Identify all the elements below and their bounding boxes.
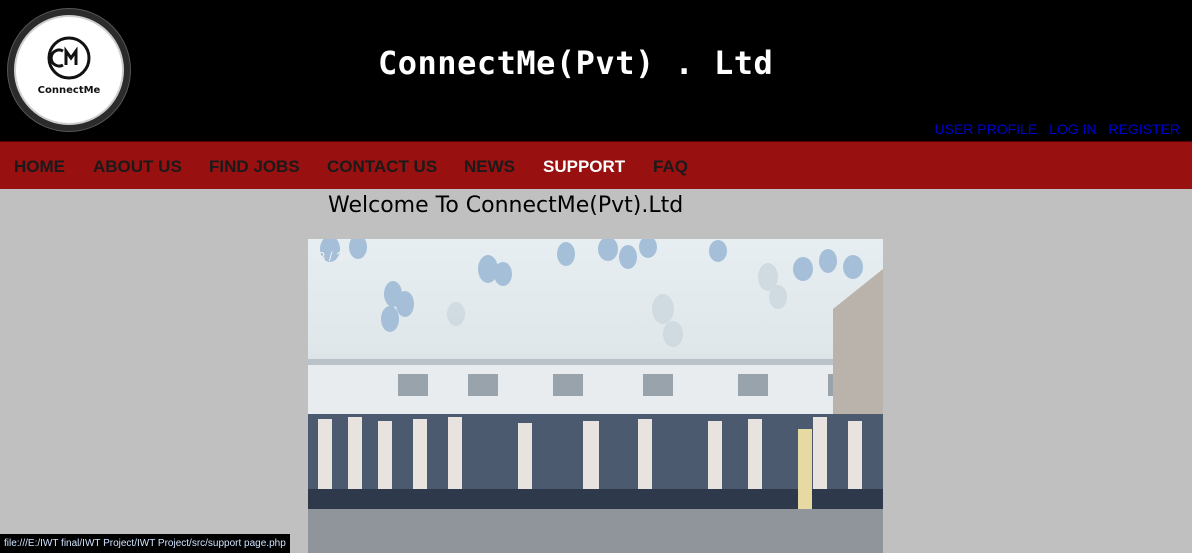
nav-item-contact-us[interactable]: CONTACT US xyxy=(327,157,437,177)
welcome-heading: Welcome To ConnectMe(Pvt).Ltd xyxy=(328,193,684,218)
account-links: USER PROFILE LOG IN REGISTER xyxy=(926,121,1180,137)
logo-wordmark: ConnectMe xyxy=(37,85,101,96)
site-logo[interactable]: ConnectMe xyxy=(7,8,131,132)
nav-item-find-jobs[interactable]: FIND JOBS xyxy=(209,157,300,177)
nav-item-about-us[interactable]: ABOUT US xyxy=(93,157,182,177)
slideshow-image[interactable]: 3 / 3 xyxy=(308,239,883,553)
status-bar-url: file:///E:/IWT final/IWT Project/IWT Pro… xyxy=(0,534,290,553)
team-photo-image xyxy=(308,239,883,553)
connectme-logo-icon xyxy=(47,36,91,80)
site-header: ConnectMe ConnectMe(Pvt) . Ltd USER PROF… xyxy=(0,0,1192,141)
main-nav: HOME ABOUT US FIND JOBS CONTACT US NEWS … xyxy=(0,141,1192,189)
nav-item-news[interactable]: NEWS xyxy=(464,157,515,177)
nav-item-support[interactable]: SUPPORT xyxy=(543,157,625,177)
slide-counter: 3 / 3 xyxy=(318,249,344,264)
logo-disc: ConnectMe xyxy=(14,15,124,125)
log-in-link[interactable]: LOG IN xyxy=(1049,121,1096,137)
nav-item-home[interactable]: HOME xyxy=(14,157,65,177)
nav-item-faq[interactable]: FAQ xyxy=(653,157,688,177)
register-link[interactable]: REGISTER xyxy=(1108,121,1180,137)
user-profile-link[interactable]: USER PROFILE xyxy=(934,121,1037,137)
site-title: ConnectMe(Pvt) . Ltd xyxy=(378,44,774,82)
